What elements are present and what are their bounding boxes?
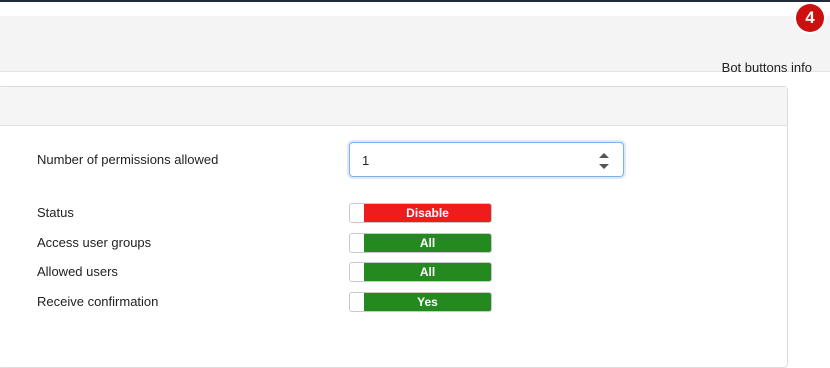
access-groups-toggle-state: All (364, 234, 491, 252)
step-badge: 4 (796, 4, 824, 32)
access-groups-toggle[interactable]: All (349, 233, 492, 253)
access-groups-label: Access user groups (37, 235, 152, 250)
toggle-knob (350, 234, 364, 252)
settings-panel (0, 86, 788, 368)
toggle-knob (350, 293, 364, 311)
status-toggle[interactable]: Disable (349, 203, 492, 223)
bot-buttons-info-link[interactable]: Bot buttons info (722, 60, 812, 75)
allowed-users-label: Allowed users (37, 264, 118, 279)
spinner-arrows-icon[interactable] (599, 153, 609, 169)
permissions-number-input[interactable] (349, 142, 624, 177)
toggle-knob (350, 263, 364, 281)
receive-confirmation-toggle[interactable]: Yes (349, 292, 492, 312)
spinner-up-icon[interactable] (599, 153, 609, 158)
allowed-users-toggle[interactable]: All (349, 262, 492, 282)
receive-confirmation-toggle-state: Yes (364, 293, 491, 311)
permissions-label: Number of permissions allowed (37, 152, 219, 167)
allowed-users-toggle-state: All (364, 263, 491, 281)
panel-header (0, 87, 787, 126)
page-subheader: Bot buttons info (0, 16, 830, 75)
toggle-knob (350, 204, 364, 222)
status-toggle-state: Disable (364, 204, 491, 222)
spinner-down-icon[interactable] (599, 164, 609, 169)
status-label: Status (37, 205, 74, 220)
receive-confirmation-label: Receive confirmation (37, 294, 159, 309)
top-border (0, 0, 830, 2)
permissions-input-field[interactable] (362, 151, 582, 169)
